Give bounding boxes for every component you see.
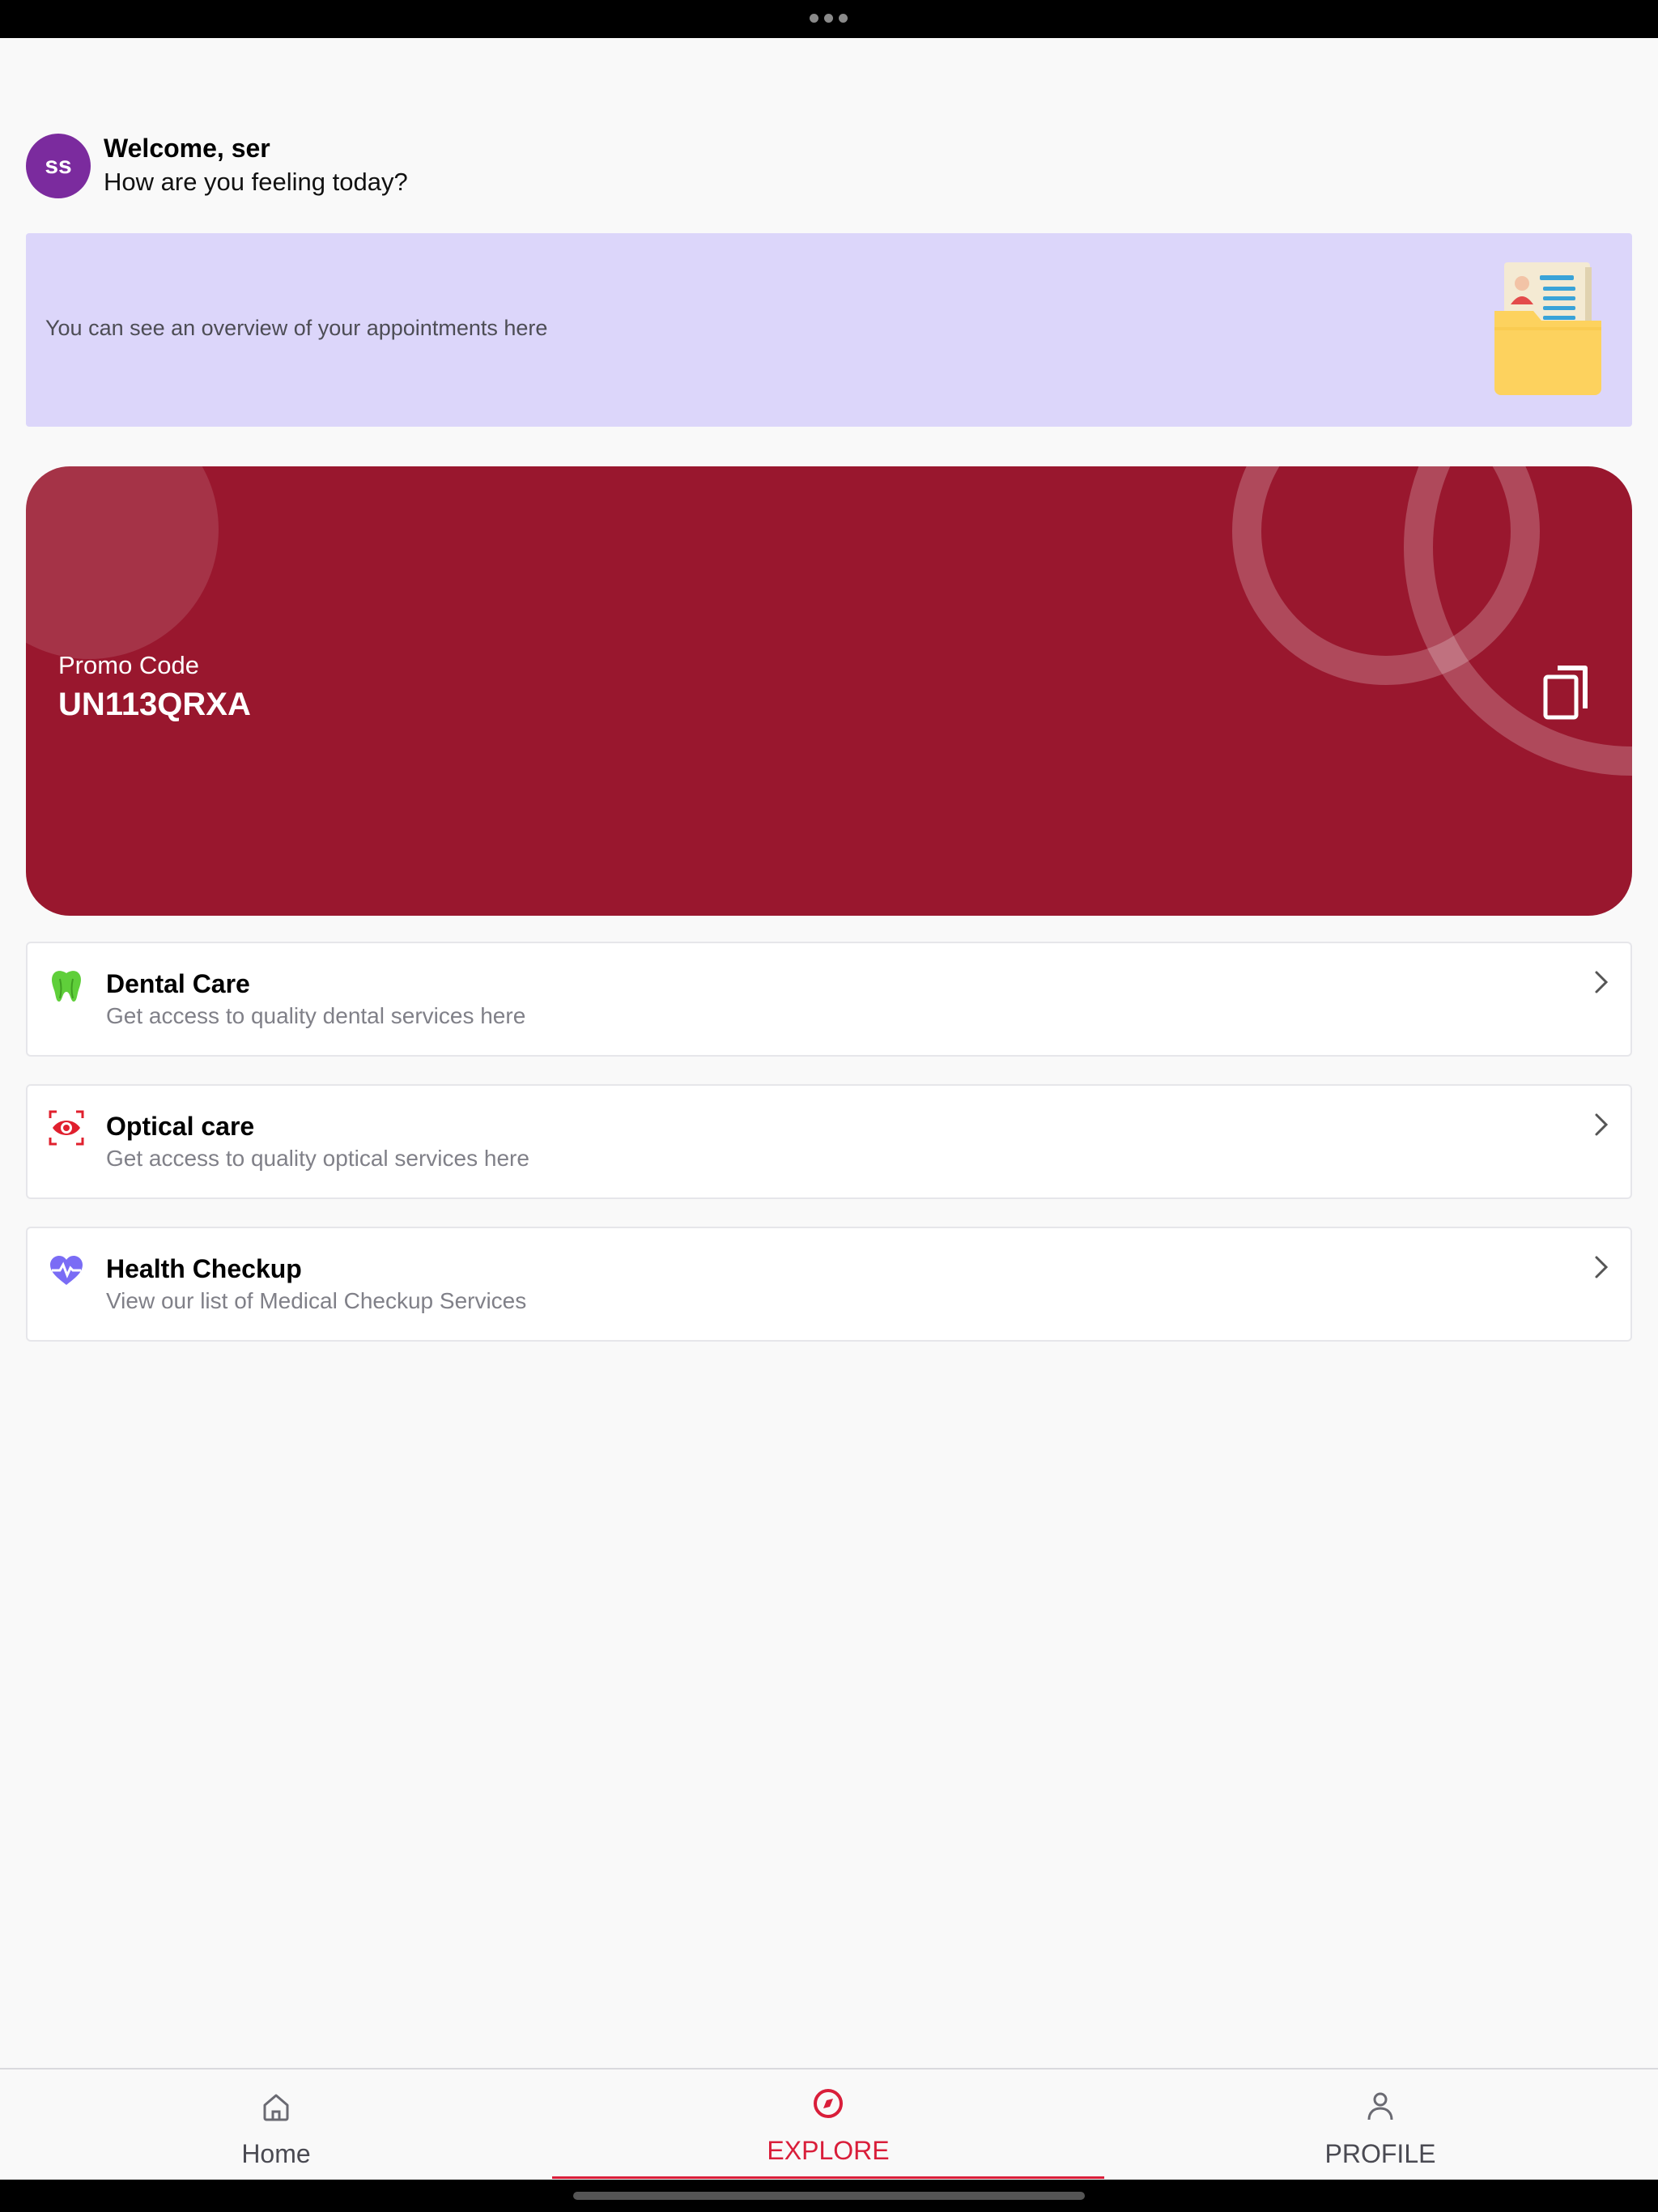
tab-label: EXPLORE [767,2136,890,2165]
tab-label: Home [241,2139,311,2168]
welcome-subtitle: How are you feeling today? [104,168,408,196]
user-icon [1367,2092,1393,2121]
promo-card: Promo Code UN113QRXA [26,466,1632,916]
service-subtitle: Get access to quality optical services h… [106,1146,529,1171]
avatar[interactable]: ss [26,134,91,198]
copy-icon[interactable] [1540,661,1592,722]
tab-profile[interactable]: PROFILE [1104,2069,1656,2180]
service-dental-care[interactable]: Dental Care Get access to quality dental… [26,942,1632,1057]
chevron-right-icon [1595,1256,1609,1278]
promo-code: UN113QRXA [58,687,251,722]
tab-label: PROFILE [1324,2139,1436,2168]
bottom-tab-bar: Home EXPLORE PROFILE [0,2068,1658,2180]
status-bar [0,0,1658,38]
chevron-right-icon [1595,1113,1609,1136]
service-title: Dental Care [106,969,250,998]
service-subtitle: Get access to quality dental services he… [106,1003,526,1028]
welcome-title: Welcome, ser [104,134,270,163]
tooth-icon [52,971,81,1002]
eye-icon [49,1110,84,1146]
home-indicator[interactable] [573,2192,1085,2200]
service-title: Health Checkup [106,1254,302,1283]
service-subtitle: View our list of Medical Checkup Service… [106,1288,527,1313]
folder-document-icon [1494,262,1601,395]
tab-explore[interactable]: EXPLORE [552,2069,1104,2180]
service-optical-care[interactable]: Optical care Get access to quality optic… [26,1084,1632,1199]
multitasking-dots-icon[interactable] [810,14,848,23]
heart-pulse-icon [50,1256,83,1285]
promo-decoration [26,466,1632,776]
service-title: Optical care [106,1112,255,1141]
active-tab-indicator [552,2176,1104,2179]
compass-icon [814,2089,843,2118]
appointments-banner[interactable]: You can see an overview of your appointm… [26,233,1632,427]
chevron-right-icon [1595,971,1609,993]
welcome-header: ss Welcome, ser How are you feeling toda… [26,132,408,200]
service-health-checkup[interactable]: Health Checkup View our list of Medical … [26,1227,1632,1342]
tab-home[interactable]: Home [0,2069,552,2180]
banner-text: You can see an overview of your appointm… [45,316,548,340]
promo-label: Promo Code [58,651,200,679]
home-icon [263,2094,289,2121]
